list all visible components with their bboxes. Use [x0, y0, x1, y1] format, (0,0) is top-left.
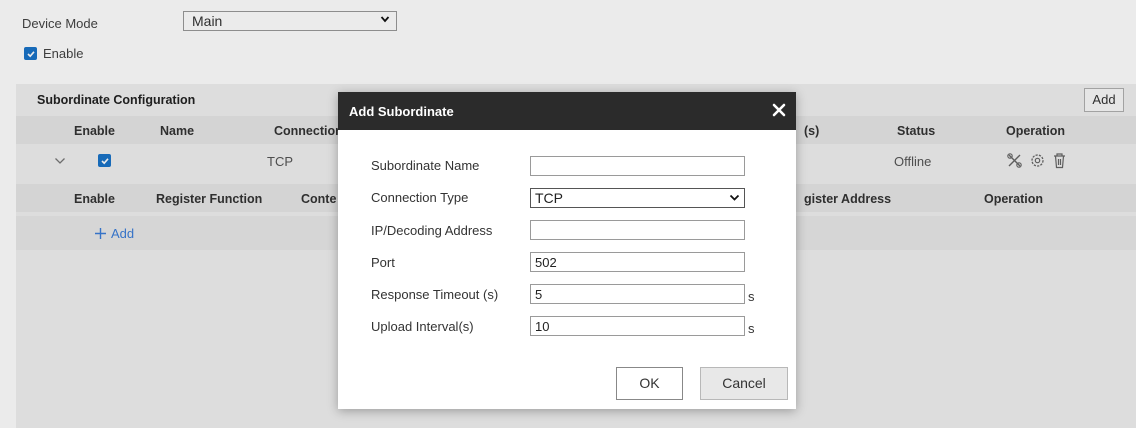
ip-address-label: IP/Decoding Address	[371, 223, 493, 238]
subordinate-name-input[interactable]	[530, 156, 745, 176]
upload-interval-label: Upload Interval(s)	[371, 319, 474, 334]
cancel-button[interactable]: Cancel	[700, 367, 788, 400]
upload-interval-unit: s	[748, 321, 755, 336]
response-timeout-label: Response Timeout (s)	[371, 287, 499, 302]
response-timeout-input[interactable]	[530, 284, 745, 304]
dialog-header: Add Subordinate	[338, 92, 796, 130]
ok-button[interactable]: OK	[616, 367, 683, 400]
connection-type-select[interactable]: TCP	[530, 188, 745, 208]
subordinate-name-label: Subordinate Name	[371, 158, 480, 173]
dialog-title: Add Subordinate	[349, 104, 454, 119]
close-icon[interactable]	[770, 101, 788, 119]
port-label: Port	[371, 255, 395, 270]
connection-type-label: Connection Type	[371, 190, 469, 205]
ip-address-input[interactable]	[530, 220, 745, 240]
add-subordinate-dialog: Add Subordinate Subordinate Name Connect…	[338, 92, 796, 409]
connection-type-value: TCP	[535, 190, 563, 206]
chevron-down-icon	[729, 194, 740, 201]
upload-interval-input[interactable]	[530, 316, 745, 336]
port-input[interactable]	[530, 252, 745, 272]
response-timeout-unit: s	[748, 289, 755, 304]
